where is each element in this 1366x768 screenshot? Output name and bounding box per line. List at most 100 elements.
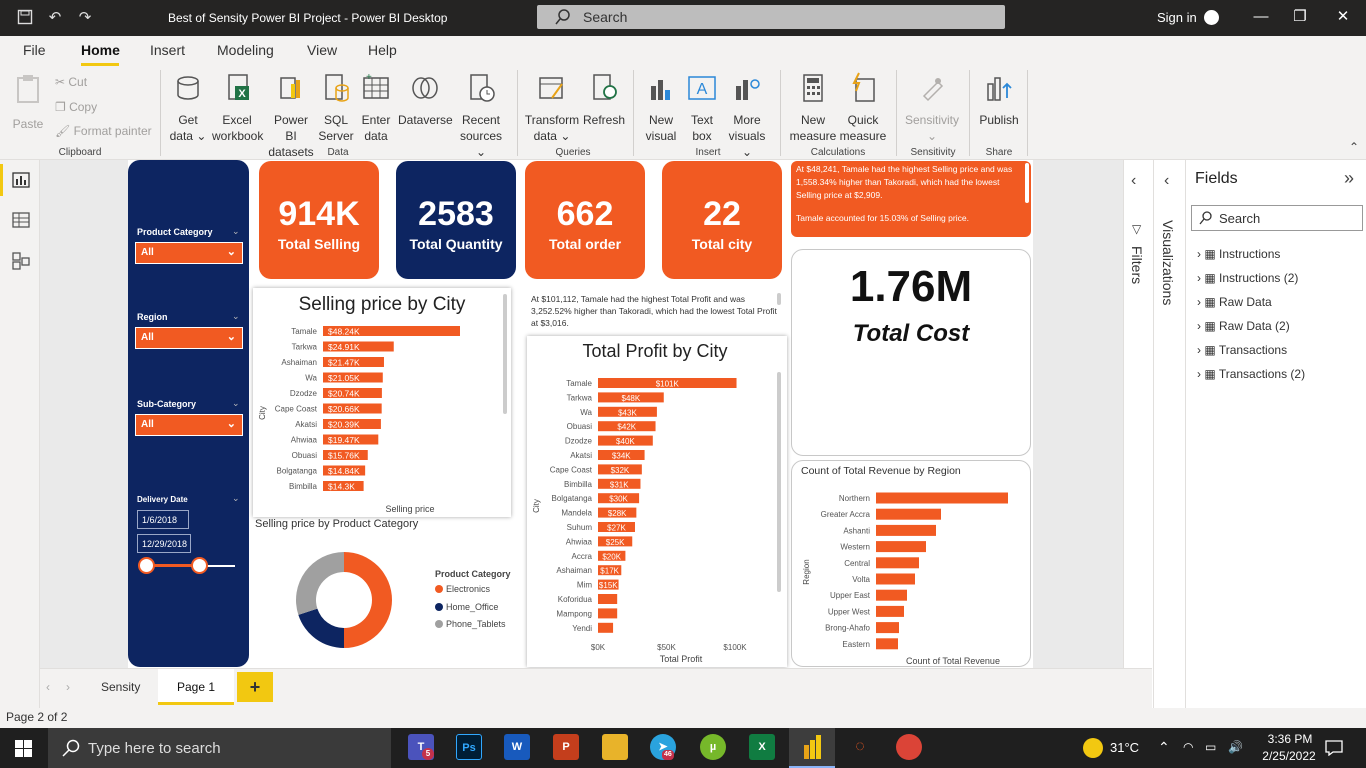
jupyter-icon[interactable]: ◌ [847, 734, 873, 760]
new-measure-button[interactable]: New measure [788, 72, 838, 144]
double-chevron-right-icon[interactable]: » [1344, 168, 1354, 189]
get-data-button[interactable]: Get data ⌄ [168, 72, 208, 144]
new-visual-button[interactable]: New visual [642, 72, 680, 144]
product-category-dropdown[interactable]: All ⌄ [135, 242, 243, 264]
search-input[interactable]: Search [537, 5, 1005, 29]
tab-insert[interactable]: Insert [150, 42, 185, 58]
tab-help[interactable]: Help [368, 42, 397, 58]
field-table-item[interactable]: › ▦ Raw Data (2) [1197, 319, 1290, 333]
sub-category-dropdown[interactable]: All ⌄ [135, 414, 243, 436]
chevron-down-icon[interactable]: ⌄ [232, 398, 240, 409]
kpi-label: Total Selling [277, 236, 361, 252]
minimize-icon[interactable]: — [1251, 6, 1271, 28]
chevron-up-icon[interactable]: ⌃ [1158, 739, 1170, 756]
powerbi-taskbar-button[interactable] [789, 728, 835, 768]
chevron-left-icon[interactable]: ‹ [1164, 172, 1169, 190]
powerbi-datasets-button[interactable]: Power BI datasets [268, 72, 314, 160]
more-visuals-button[interactable]: More visuals ⌄ [724, 72, 770, 160]
date-range-start-handle[interactable] [138, 557, 155, 574]
undo-icon[interactable]: ↶ [46, 9, 64, 27]
quick-measure-button[interactable]: Quick measure [838, 72, 888, 144]
excel-workbook-button[interactable]: X Excel workbook [212, 72, 263, 144]
telegram-icon[interactable]: ➤ 46 [650, 734, 676, 760]
chevron-down-icon[interactable]: ⌄ [232, 493, 240, 504]
add-page-button[interactable]: + [237, 672, 273, 702]
refresh-button[interactable]: Refresh [582, 72, 626, 128]
weather-icon[interactable] [1083, 738, 1103, 758]
field-table-item[interactable]: › ▦ Instructions [1197, 247, 1280, 261]
windows-start-icon[interactable] [15, 740, 32, 757]
end-date-input[interactable]: 12/29/2018 [137, 534, 191, 553]
redo-icon[interactable]: ↷ [76, 9, 94, 27]
taskbar-search[interactable]: Type here to search [48, 728, 391, 768]
field-table-item[interactable]: › ▦ Raw Data [1197, 295, 1272, 309]
legend-item-electronics[interactable]: Electronics [435, 584, 490, 594]
scrollbar[interactable] [1025, 163, 1029, 203]
maximize-icon[interactable]: ❐ [1290, 6, 1310, 28]
notifications-icon[interactable] [1325, 740, 1343, 756]
dataverse-button[interactable]: Dataverse [398, 72, 453, 128]
copy-button[interactable]: ❐ Copy [55, 99, 97, 115]
tab-modeling[interactable]: Modeling [217, 42, 274, 58]
tab-file[interactable]: File [23, 42, 46, 58]
data-label: $42K [617, 423, 636, 432]
transform-data-button[interactable]: Transform data ⌄ [524, 72, 580, 144]
data-view-icon[interactable] [12, 212, 30, 228]
format-painter-button[interactable]: 🖌 Format painter [55, 123, 152, 139]
close-icon[interactable]: ✕ [1333, 6, 1353, 28]
search-icon [555, 9, 570, 25]
powerbi-icon [804, 735, 821, 759]
volume-icon[interactable]: 🔊 [1228, 740, 1243, 754]
save-icon[interactable] [16, 9, 34, 27]
x-tick-label: $0K [591, 643, 606, 652]
teams-icon[interactable]: T5 [408, 734, 434, 760]
publish-button[interactable]: Publish [978, 72, 1020, 128]
text-box-button[interactable]: A Text box [684, 72, 720, 144]
cut-button[interactable]: ✂ Cut [55, 74, 87, 90]
chevron-down-icon[interactable]: ⌄ [232, 226, 240, 237]
fields-search-input[interactable]: Search [1191, 205, 1363, 231]
visualizations-label[interactable]: Visualizations [1160, 220, 1176, 305]
page-tab-sensity[interactable]: Sensity [101, 680, 140, 694]
powerpoint-icon[interactable]: P [553, 734, 579, 760]
enter-data-button[interactable]: + Enter data [358, 72, 394, 144]
collapse-ribbon-icon[interactable]: ⌃ [1349, 140, 1359, 154]
model-view-icon[interactable] [12, 252, 30, 270]
wifi-icon[interactable]: ◠ [1183, 740, 1193, 754]
recent-sources-button[interactable]: Recent sources ⌄ [455, 72, 507, 160]
filters-label[interactable]: Filters [1129, 246, 1145, 284]
date-range-end-handle[interactable] [190, 557, 208, 574]
field-table-item[interactable]: › ▦ Transactions (2) [1197, 367, 1305, 381]
file-explorer-icon[interactable] [602, 734, 628, 760]
recent-icon [470, 74, 495, 102]
battery-icon[interactable]: ▭ [1205, 740, 1216, 754]
scrollbar[interactable] [777, 293, 781, 305]
tab-home[interactable]: Home [81, 42, 120, 58]
paste-button[interactable]: Paste [10, 72, 46, 132]
category-label: Ahwiaa [291, 436, 318, 445]
utorrent-icon[interactable]: µ [700, 734, 726, 760]
start-date-input[interactable]: 1/6/2018 [137, 510, 189, 529]
field-table-item[interactable]: › ▦ Transactions [1197, 343, 1287, 357]
chevron-left-icon[interactable]: ‹ [1131, 172, 1136, 190]
kpi-total-quantity: 2583 Total Quantity [396, 161, 516, 279]
data-label: $14.3K [328, 482, 355, 492]
photoshop-icon[interactable]: Ps [456, 734, 482, 760]
region-dropdown[interactable]: All ⌄ [135, 327, 243, 349]
word-icon[interactable]: W [504, 734, 530, 760]
sensitivity-button[interactable]: Sensitivity ⌄ [903, 72, 961, 144]
avatar[interactable] [1204, 10, 1219, 25]
legend-item-home-office[interactable]: Home_Office [435, 602, 498, 612]
chevron-left-icon[interactable]: ‹ [46, 680, 50, 694]
excel-icon[interactable]: X [749, 734, 775, 760]
sql-server-button[interactable]: SQL Server [318, 72, 354, 144]
report-view-icon[interactable] [12, 172, 30, 188]
field-table-item[interactable]: › ▦ Instructions (2) [1197, 271, 1298, 285]
chrome-icon[interactable] [896, 734, 922, 760]
chevron-down-icon[interactable]: ⌄ [232, 311, 240, 322]
tab-view[interactable]: View [307, 42, 337, 58]
page-tab-page-1[interactable]: Page 1 [158, 669, 234, 705]
sign-in-link[interactable]: Sign in [1157, 10, 1197, 25]
chevron-right-icon[interactable]: › [66, 680, 70, 694]
legend-item-phone-tablets[interactable]: Phone_Tablets [435, 619, 506, 629]
